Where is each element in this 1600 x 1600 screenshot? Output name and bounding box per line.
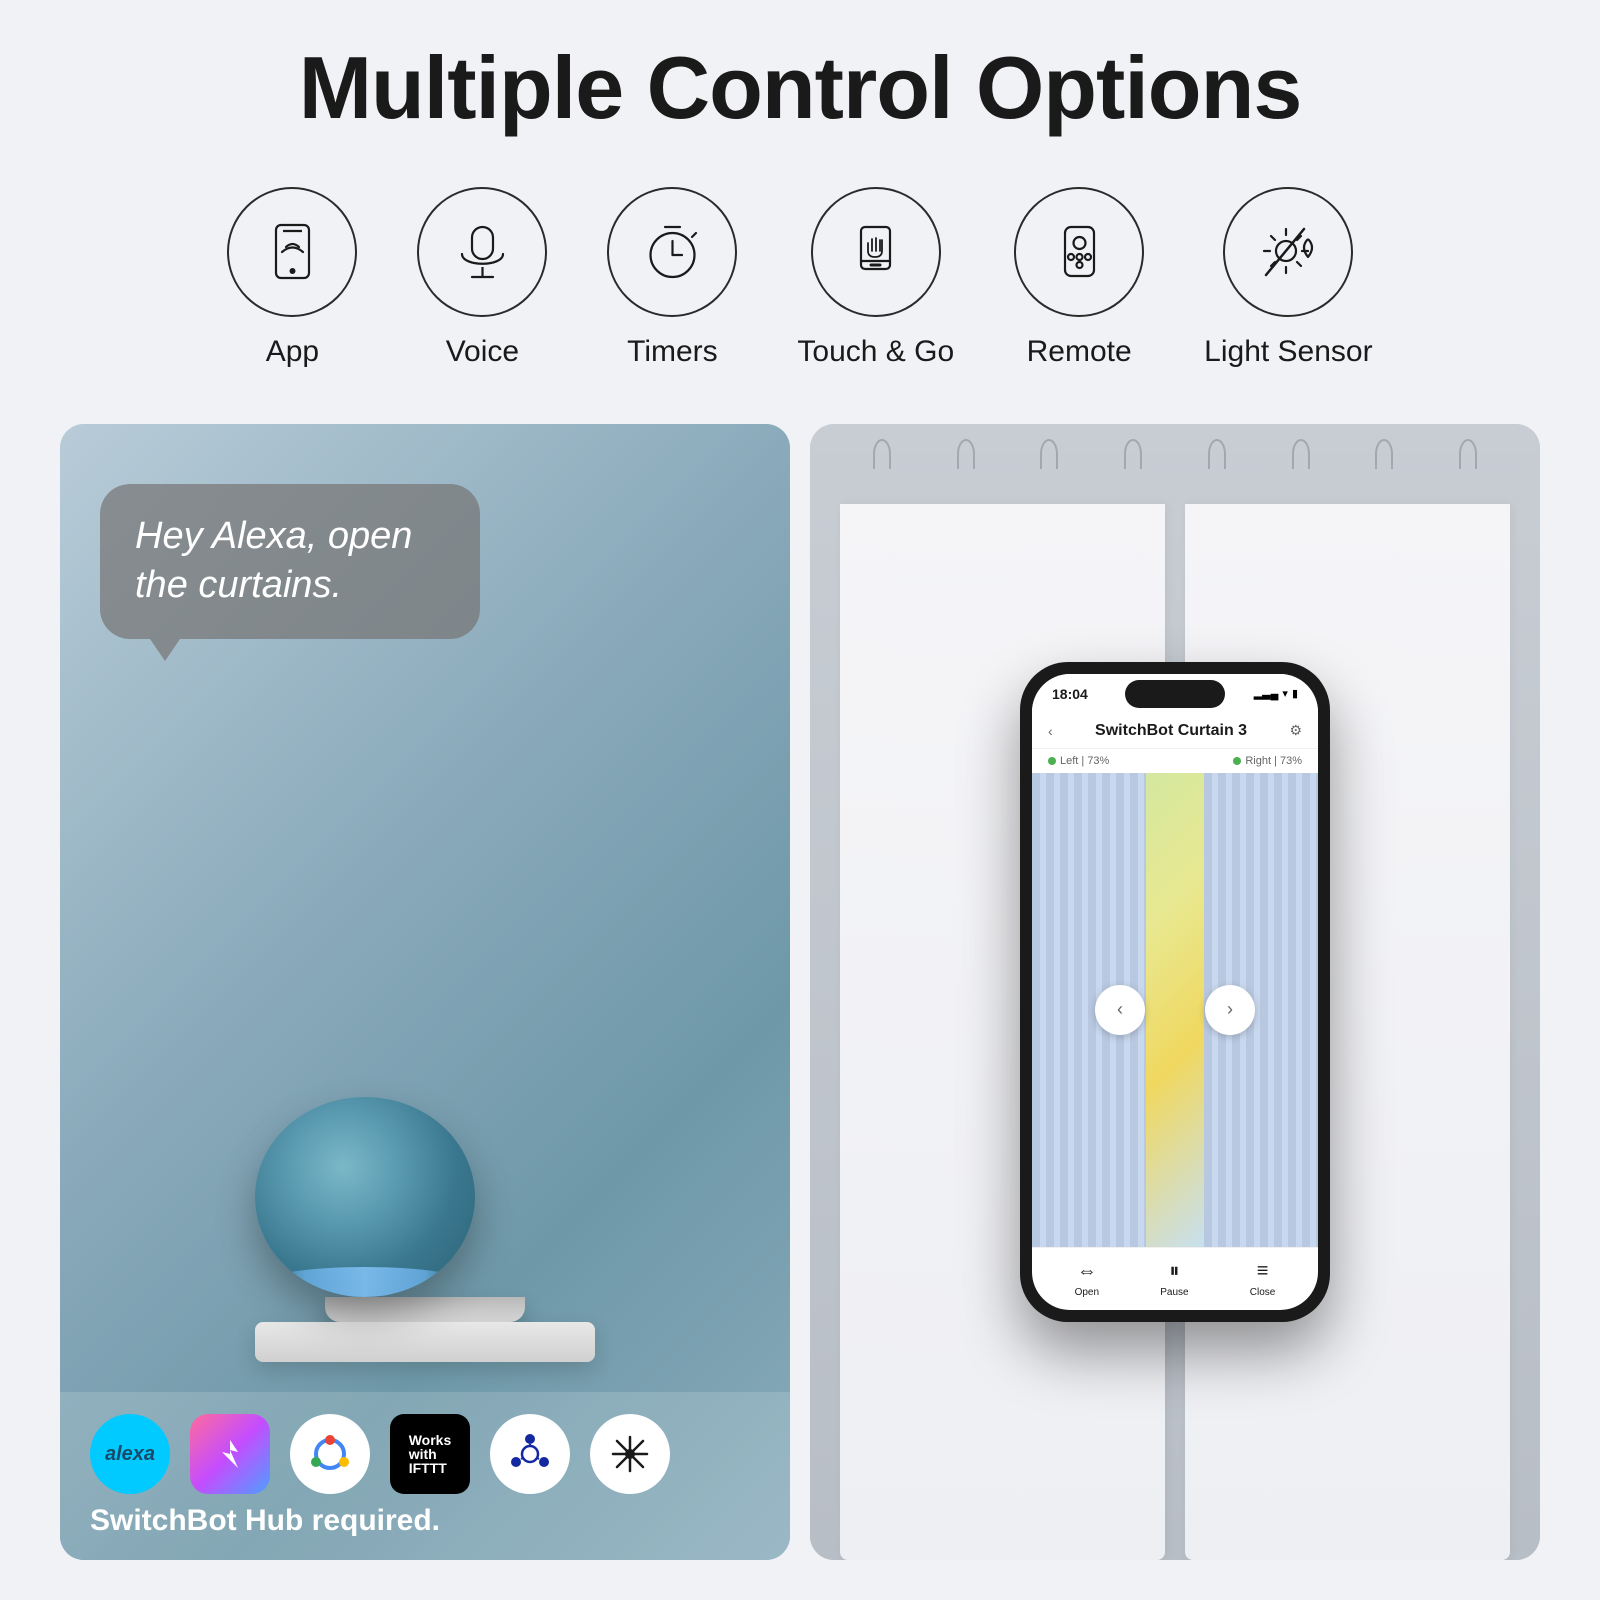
remote-icon: [1047, 219, 1112, 284]
page-title: Multiple Control Options: [299, 40, 1302, 137]
control-item-remote: Remote: [1014, 187, 1144, 369]
curtain-visual: [1032, 773, 1318, 1247]
curtain-hook: [1124, 439, 1142, 469]
curtain-hook: [1292, 439, 1310, 469]
phone-status-icons: ▂▃▄ ▾ ▮: [1254, 687, 1298, 700]
phone-app-header: ‹ SwitchBot Curtain 3 ⚙: [1032, 714, 1318, 749]
touch-go-label: Touch & Go: [797, 335, 954, 369]
echo-dot-ring: [265, 1267, 465, 1297]
control-options-row: App Voice Timers: [60, 187, 1540, 369]
remote-icon-circle: [1014, 187, 1144, 317]
curtain-hook: [873, 439, 891, 469]
bottom-logos: alexa: [60, 1392, 790, 1560]
right-status-text: Right | 73%: [1245, 755, 1302, 767]
right-status-dot: [1233, 757, 1241, 765]
shortcuts-logo: [190, 1414, 270, 1494]
curtain-display: ‹ ›: [1032, 773, 1318, 1247]
battery-icon: ▮: [1292, 687, 1298, 700]
phone-hand-area: 18:04 ▂▃▄ ▾ ▮ ‹ SwitchBot Curtain 3 ⚙: [1020, 662, 1330, 1322]
matter-icon: [605, 1429, 655, 1479]
curtain-status-bar: Left | 73% Right | 73%: [1032, 749, 1318, 773]
echo-dot: [255, 1097, 595, 1362]
control-item-app: App: [227, 187, 357, 369]
curtain-nav-left[interactable]: ‹: [1095, 985, 1145, 1035]
remote-label: Remote: [1027, 335, 1132, 369]
curtain-hook: [1040, 439, 1058, 469]
back-icon[interactable]: ‹: [1048, 723, 1053, 739]
status-left: Left | 73%: [1048, 755, 1109, 767]
touch-go-icon: [843, 219, 908, 284]
curtain-nav-right[interactable]: ›: [1205, 985, 1255, 1035]
light-sensor-icon: [1256, 219, 1321, 284]
hub-required-text: SwitchBot Hub required.: [90, 1504, 760, 1538]
phone-frame: 18:04 ▂▃▄ ▾ ▮ ‹ SwitchBot Curtain 3 ⚙: [1020, 662, 1330, 1322]
voice-label: Voice: [446, 335, 519, 369]
ifttt-logo: WorkswithIFTTT: [390, 1414, 470, 1494]
pause-label: Pause: [1160, 1287, 1188, 1298]
app-title: SwitchBot Curtain 3: [1095, 722, 1247, 740]
google-icon: [308, 1432, 352, 1476]
curtain-hook: [1375, 439, 1393, 469]
phone-screen: 18:04 ▂▃▄ ▾ ▮ ‹ SwitchBot Curtain 3 ⚙: [1032, 674, 1318, 1310]
curtain-center-gap: [1146, 773, 1203, 1247]
left-panel: Hey Alexa, open the curtains. alexa: [60, 424, 790, 1560]
voice-icon: [450, 219, 515, 284]
echo-dot-body: [255, 1097, 475, 1297]
control-item-voice: Voice: [417, 187, 547, 369]
curtain-hook: [957, 439, 975, 469]
smartthings-logo: [490, 1414, 570, 1494]
smartthings-icon: [505, 1429, 555, 1479]
timers-icon-circle: [607, 187, 737, 317]
alexa-speech-bubble: Hey Alexa, open the curtains.: [100, 484, 480, 639]
status-right: Right | 73%: [1233, 755, 1302, 767]
phone-bottom-controls: ⇔ Open ⏸ Pause ≡ Close: [1032, 1247, 1318, 1310]
left-status-dot: [1048, 757, 1056, 765]
settings-icon[interactable]: ⚙: [1289, 722, 1302, 739]
close-button[interactable]: ≡ Close: [1250, 1260, 1276, 1298]
light-sensor-icon-circle: [1223, 187, 1353, 317]
open-icon: ⇔: [1077, 1260, 1097, 1283]
control-item-touch-go: Touch & Go: [797, 187, 954, 369]
table-surface: [255, 1322, 595, 1362]
app-icon: [260, 219, 325, 284]
phone-status-bar: 18:04 ▂▃▄ ▾ ▮: [1032, 674, 1318, 714]
open-button[interactable]: ⇔ Open: [1075, 1260, 1099, 1298]
touch-go-icon-circle: [811, 187, 941, 317]
shortcuts-icon: [208, 1432, 252, 1476]
pause-button[interactable]: ⏸ Pause: [1160, 1260, 1188, 1298]
google-logo: [290, 1414, 370, 1494]
close-label: Close: [1250, 1287, 1276, 1298]
wifi-icon: ▾: [1282, 687, 1288, 700]
app-label: App: [266, 335, 319, 369]
pause-icon: ⏸: [1169, 1260, 1179, 1283]
control-item-light-sensor: Light Sensor: [1204, 187, 1372, 369]
app-icon-circle: [227, 187, 357, 317]
close-icon: ≡: [1257, 1260, 1269, 1283]
curtain-hook: [1459, 439, 1477, 469]
left-status-text: Left | 73%: [1060, 755, 1109, 767]
timers-icon: [640, 219, 705, 284]
phone-time: 18:04: [1052, 686, 1088, 702]
timers-label: Timers: [627, 335, 718, 369]
curtain-hook: [1208, 439, 1226, 469]
logos-row: alexa: [90, 1414, 760, 1494]
echo-dot-area: [60, 659, 790, 1392]
control-item-timers: Timers: [607, 187, 737, 369]
bottom-panels: Hey Alexa, open the curtains. alexa: [60, 424, 1540, 1560]
echo-dot-base: [325, 1297, 525, 1322]
light-sensor-label: Light Sensor: [1204, 335, 1372, 369]
phone-notch-pill: [1125, 680, 1225, 708]
signal-icon: ▂▃▄: [1254, 687, 1279, 700]
voice-icon-circle: [417, 187, 547, 317]
curtain-hooks-row: [810, 439, 1540, 469]
right-panel: 18:04 ▂▃▄ ▾ ▮ ‹ SwitchBot Curtain 3 ⚙: [810, 424, 1540, 1560]
matter-logo: [590, 1414, 670, 1494]
open-label: Open: [1075, 1287, 1099, 1298]
alexa-logo: alexa: [90, 1414, 170, 1494]
